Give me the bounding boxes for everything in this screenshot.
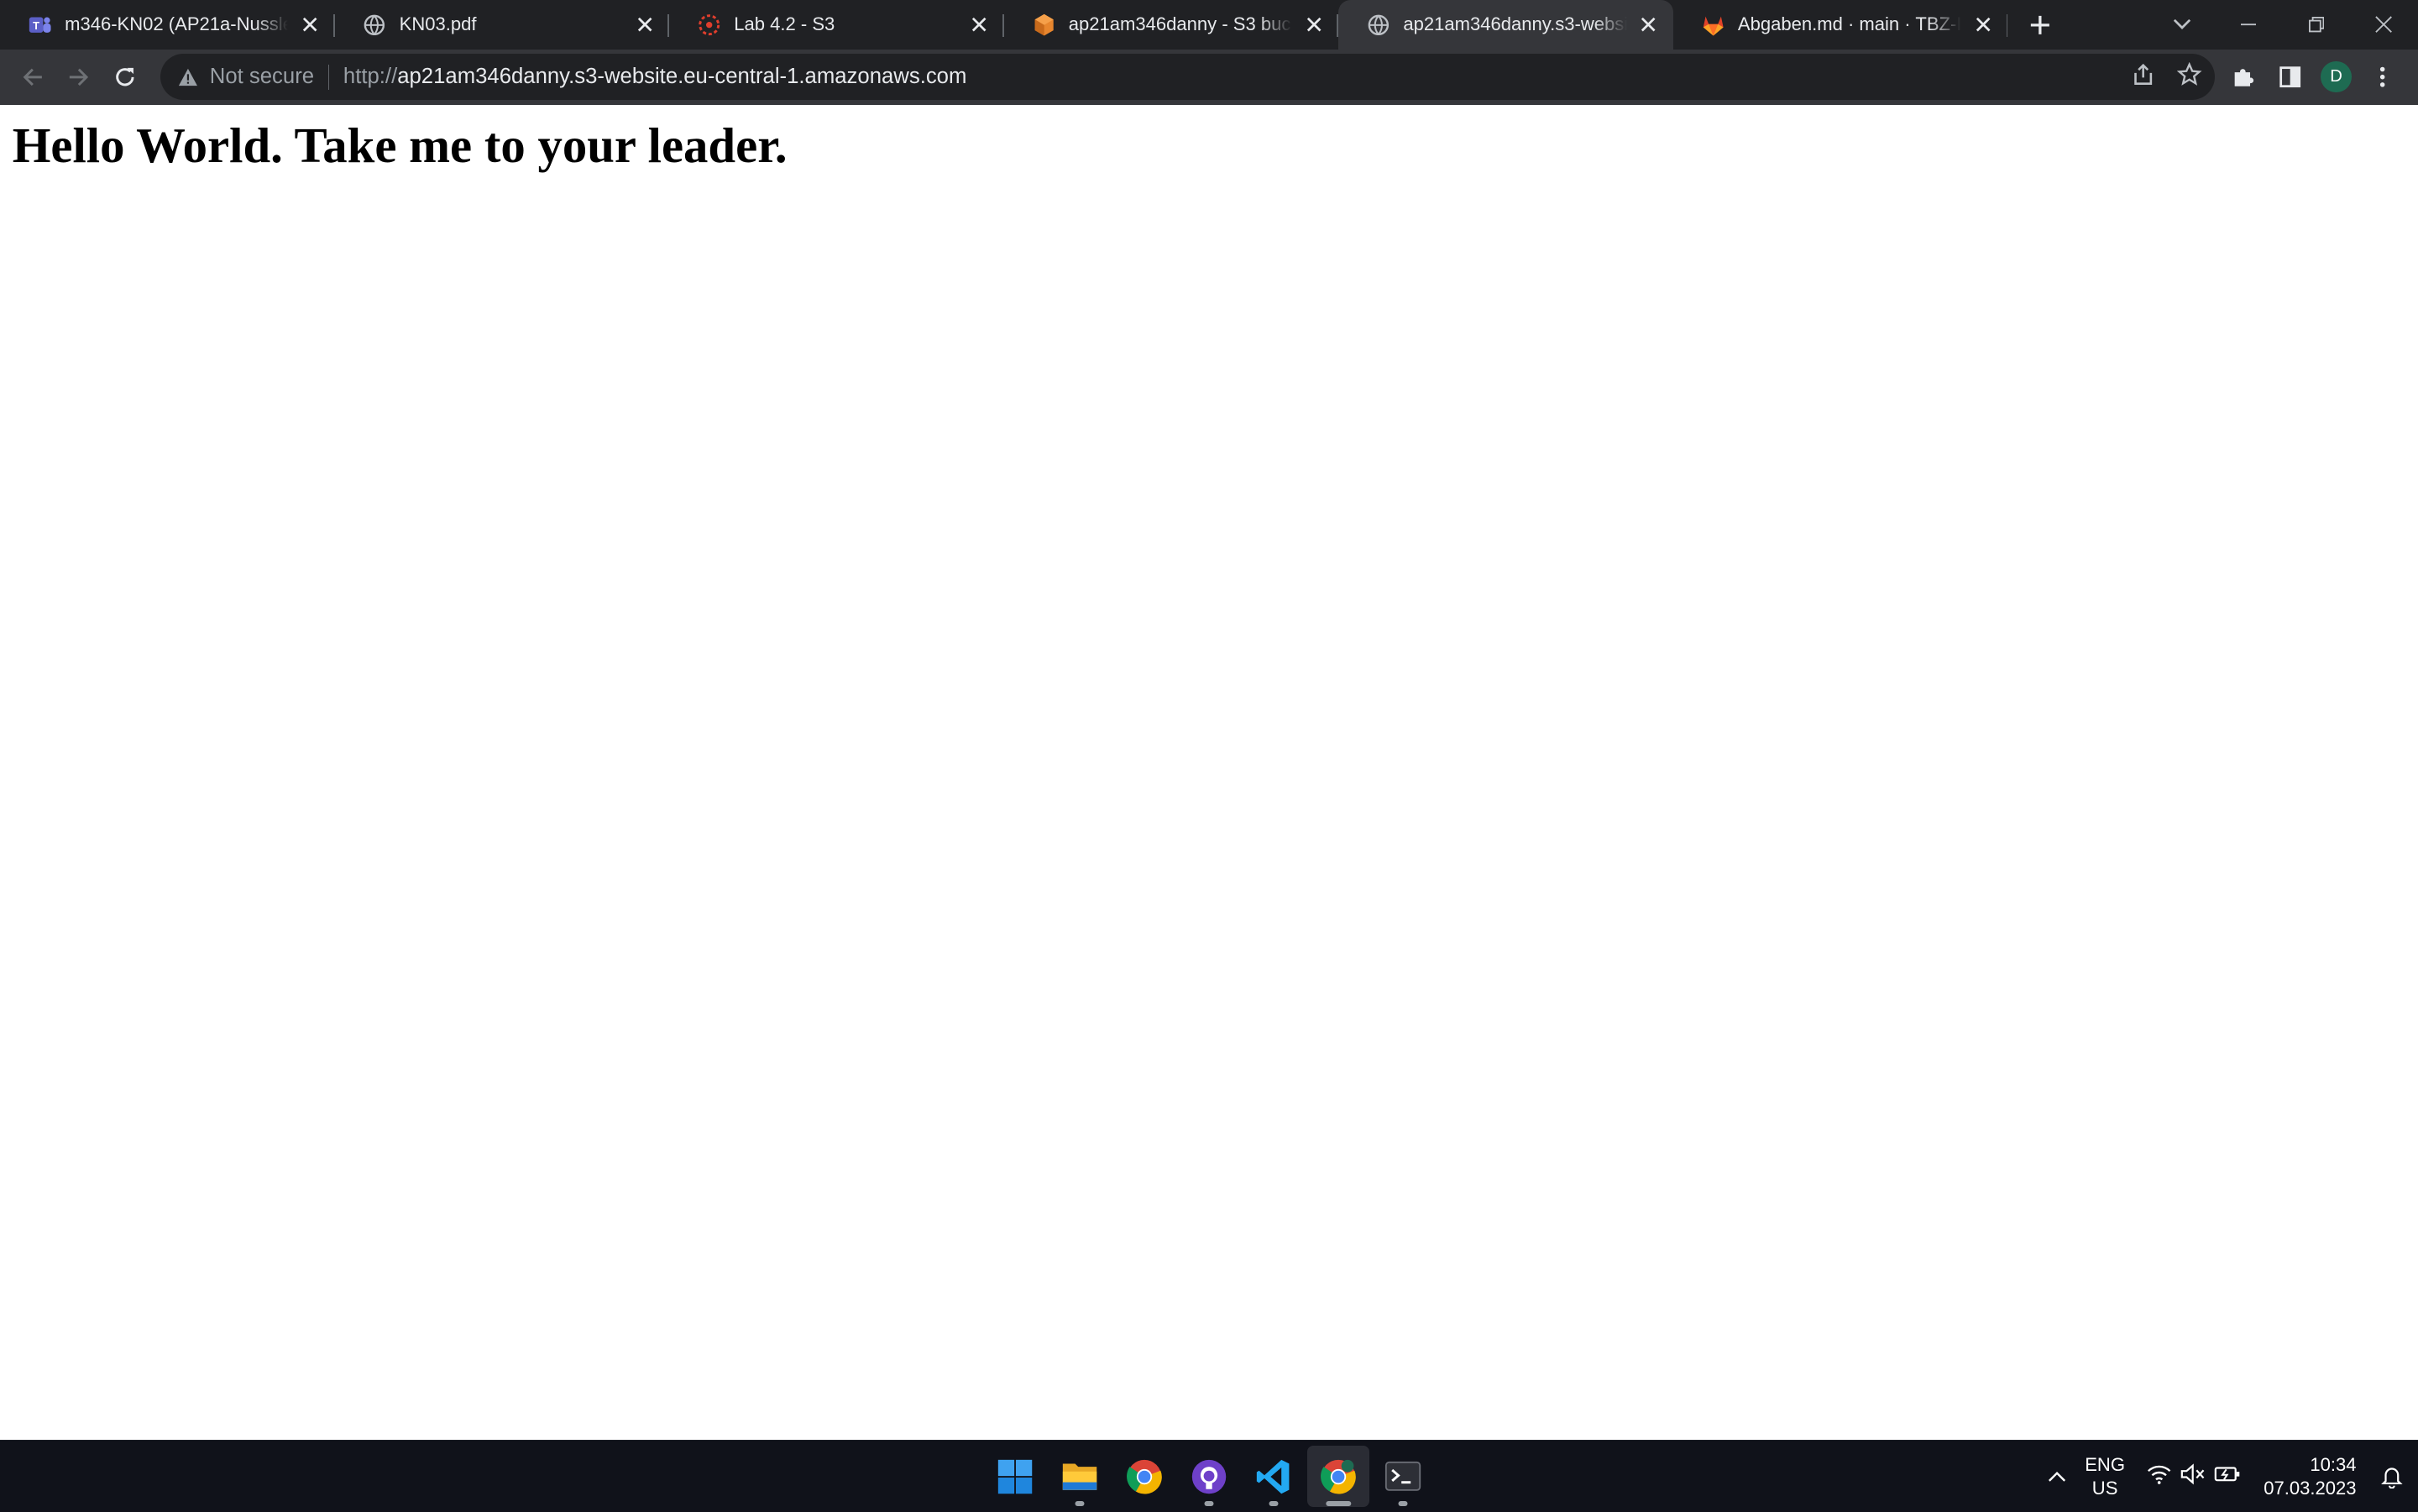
browser-toolbar: Not secure http://ap21am346danny.s3-webs… xyxy=(0,49,2418,105)
restore-icon xyxy=(2308,17,2324,33)
close-icon[interactable] xyxy=(1301,13,1326,37)
language-region: US xyxy=(2091,1477,2118,1499)
close-icon[interactable] xyxy=(1636,13,1661,37)
toolbar-actions: D xyxy=(2221,54,2405,100)
share-icon[interactable] xyxy=(2131,62,2155,92)
window-controls xyxy=(2215,0,2418,50)
url-host: ap21am346danny.s3-website.eu-central-1.a… xyxy=(397,65,967,89)
restore-button[interactable] xyxy=(2282,0,2350,50)
tab-title: ap21am346danny.s3-website.eu-central-1.a… xyxy=(1403,13,1627,35)
omnibox-actions xyxy=(2131,54,2202,100)
back-button[interactable] xyxy=(9,54,55,100)
forward-button[interactable] xyxy=(55,54,102,100)
globe-icon xyxy=(1366,13,1390,37)
system-tray: ENG US 10:34 07.03.2023 xyxy=(2039,1441,2418,1511)
forward-arrow-icon xyxy=(69,68,88,86)
running-indicator xyxy=(1326,1501,1351,1506)
close-icon xyxy=(2375,16,2393,34)
security-status[interactable]: Not secure xyxy=(210,65,314,89)
minimize-button[interactable] xyxy=(2215,0,2283,50)
warning-icon[interactable] xyxy=(175,65,200,89)
chrome-profile-icon xyxy=(1321,1459,1356,1494)
tab-title: Lab 4.2 - S3 xyxy=(734,13,835,35)
windows-start-icon xyxy=(997,1459,1032,1494)
running-indicator xyxy=(1204,1501,1214,1506)
menu-button[interactable] xyxy=(2359,54,2405,100)
tab-kn03-pdf[interactable]: KN03.pdf xyxy=(335,0,670,50)
bookmark-star-icon[interactable] xyxy=(2177,61,2202,92)
speaker-muted-icon xyxy=(2180,1463,2205,1490)
tab-strip: T m346-KN02 (AP21a-Nussle) | Microsoft T… xyxy=(0,0,2418,50)
running-indicator xyxy=(1269,1501,1279,1506)
avatar: D xyxy=(2321,61,2352,93)
battery-charging-icon xyxy=(2214,1463,2242,1490)
extensions-button[interactable] xyxy=(2221,54,2267,100)
kebab-menu-icon xyxy=(2379,66,2385,87)
back-arrow-icon xyxy=(23,68,42,86)
tab-title: Abgaben.md · main · TBZ-IT-Inf xyxy=(1737,13,1962,35)
vscode-icon xyxy=(1256,1459,1290,1494)
taskbar-app-vscode[interactable] xyxy=(1243,1446,1304,1507)
new-tab-button[interactable] xyxy=(2017,0,2063,50)
gitlab-icon xyxy=(1701,13,1725,37)
puzzle-icon xyxy=(2234,69,2253,86)
github-icon xyxy=(1191,1459,1227,1494)
chevron-down-icon xyxy=(2173,18,2191,29)
running-indicator xyxy=(1398,1501,1408,1506)
taskbar-app-file-explorer[interactable] xyxy=(1049,1446,1110,1507)
tab-s3-website[interactable]: ap21am346danny.s3-website.eu-central-1.a… xyxy=(1338,0,1673,50)
divider xyxy=(327,65,330,90)
chrome-icon xyxy=(1126,1459,1162,1494)
clock-date: 07.03.2023 xyxy=(2264,1477,2357,1499)
close-icon[interactable] xyxy=(1971,13,1995,37)
taskbar-app-terminal[interactable] xyxy=(1373,1446,1434,1507)
minimize-icon xyxy=(2240,24,2257,26)
tab-lab-s3[interactable]: Lab 4.2 - S3 xyxy=(669,0,1004,50)
start-button[interactable] xyxy=(984,1446,1045,1507)
folder-icon xyxy=(1062,1463,1096,1491)
tab-gitlab-abgaben[interactable]: Abgaben.md · main · TBZ-IT-Inf xyxy=(1673,0,2008,50)
profile-button[interactable]: D xyxy=(2313,54,2359,100)
reload-button[interactable] xyxy=(102,54,148,100)
page-heading: Hello World. Take me to your leader. xyxy=(12,118,788,173)
taskbar-apps xyxy=(984,1445,1434,1508)
quick-settings[interactable] xyxy=(2147,1463,2243,1490)
tab-teams[interactable]: T m346-KN02 (AP21a-Nussle) | Microsoft T… xyxy=(0,0,335,50)
language-code: ENG xyxy=(2085,1454,2125,1476)
aws-s3-icon xyxy=(1032,13,1056,37)
close-icon[interactable] xyxy=(632,13,657,37)
tab-title: ap21am346danny - S3 bucket xyxy=(1068,13,1293,35)
terminal-icon xyxy=(1385,1462,1421,1492)
close-window-button[interactable] xyxy=(2350,0,2418,50)
address-bar[interactable]: Not secure http://ap21am346danny.s3-webs… xyxy=(160,54,2215,101)
canvas-icon xyxy=(697,13,721,37)
running-indicator xyxy=(1075,1501,1085,1506)
windows-taskbar: ENG US 10:34 07.03.2023 xyxy=(0,1440,2418,1512)
tab-s3-bucket[interactable]: ap21am346danny - S3 bucket xyxy=(1004,0,1339,50)
svg-text:T: T xyxy=(33,19,39,32)
close-icon[interactable] xyxy=(967,13,992,37)
tab-search-button[interactable] xyxy=(2162,0,2202,50)
plus-icon xyxy=(2030,15,2049,34)
side-panel-button[interactable] xyxy=(2267,54,2313,100)
reload-icon xyxy=(116,67,134,86)
taskbar-app-chrome-profile[interactable] xyxy=(1307,1445,1369,1508)
clock[interactable]: 10:34 07.03.2023 xyxy=(2264,1453,2356,1499)
close-icon[interactable] xyxy=(298,13,322,37)
url-text[interactable]: http://ap21am346danny.s3-website.eu-cent… xyxy=(343,65,966,89)
url-scheme: http:// xyxy=(343,65,398,89)
tab-title: KN03.pdf xyxy=(399,13,477,35)
side-panel-icon xyxy=(2279,66,2300,88)
notification-bell-icon[interactable] xyxy=(2375,1464,2409,1489)
clock-time: 10:34 xyxy=(2310,1454,2357,1476)
taskbar-app-github-desktop[interactable] xyxy=(1178,1446,1239,1507)
wifi-icon xyxy=(2147,1463,2171,1490)
teams-icon: T xyxy=(28,13,52,37)
globe-icon xyxy=(363,13,387,37)
taskbar-app-chrome[interactable] xyxy=(1113,1446,1175,1507)
language-indicator[interactable]: ENG US xyxy=(2085,1453,2125,1499)
tab-title: m346-KN02 (AP21a-Nussle) | Microsoft Tea… xyxy=(65,13,289,35)
page-viewport: Hello World. Take me to your leader. xyxy=(0,104,2418,1441)
chevron-up-icon[interactable] xyxy=(2039,1470,2075,1483)
